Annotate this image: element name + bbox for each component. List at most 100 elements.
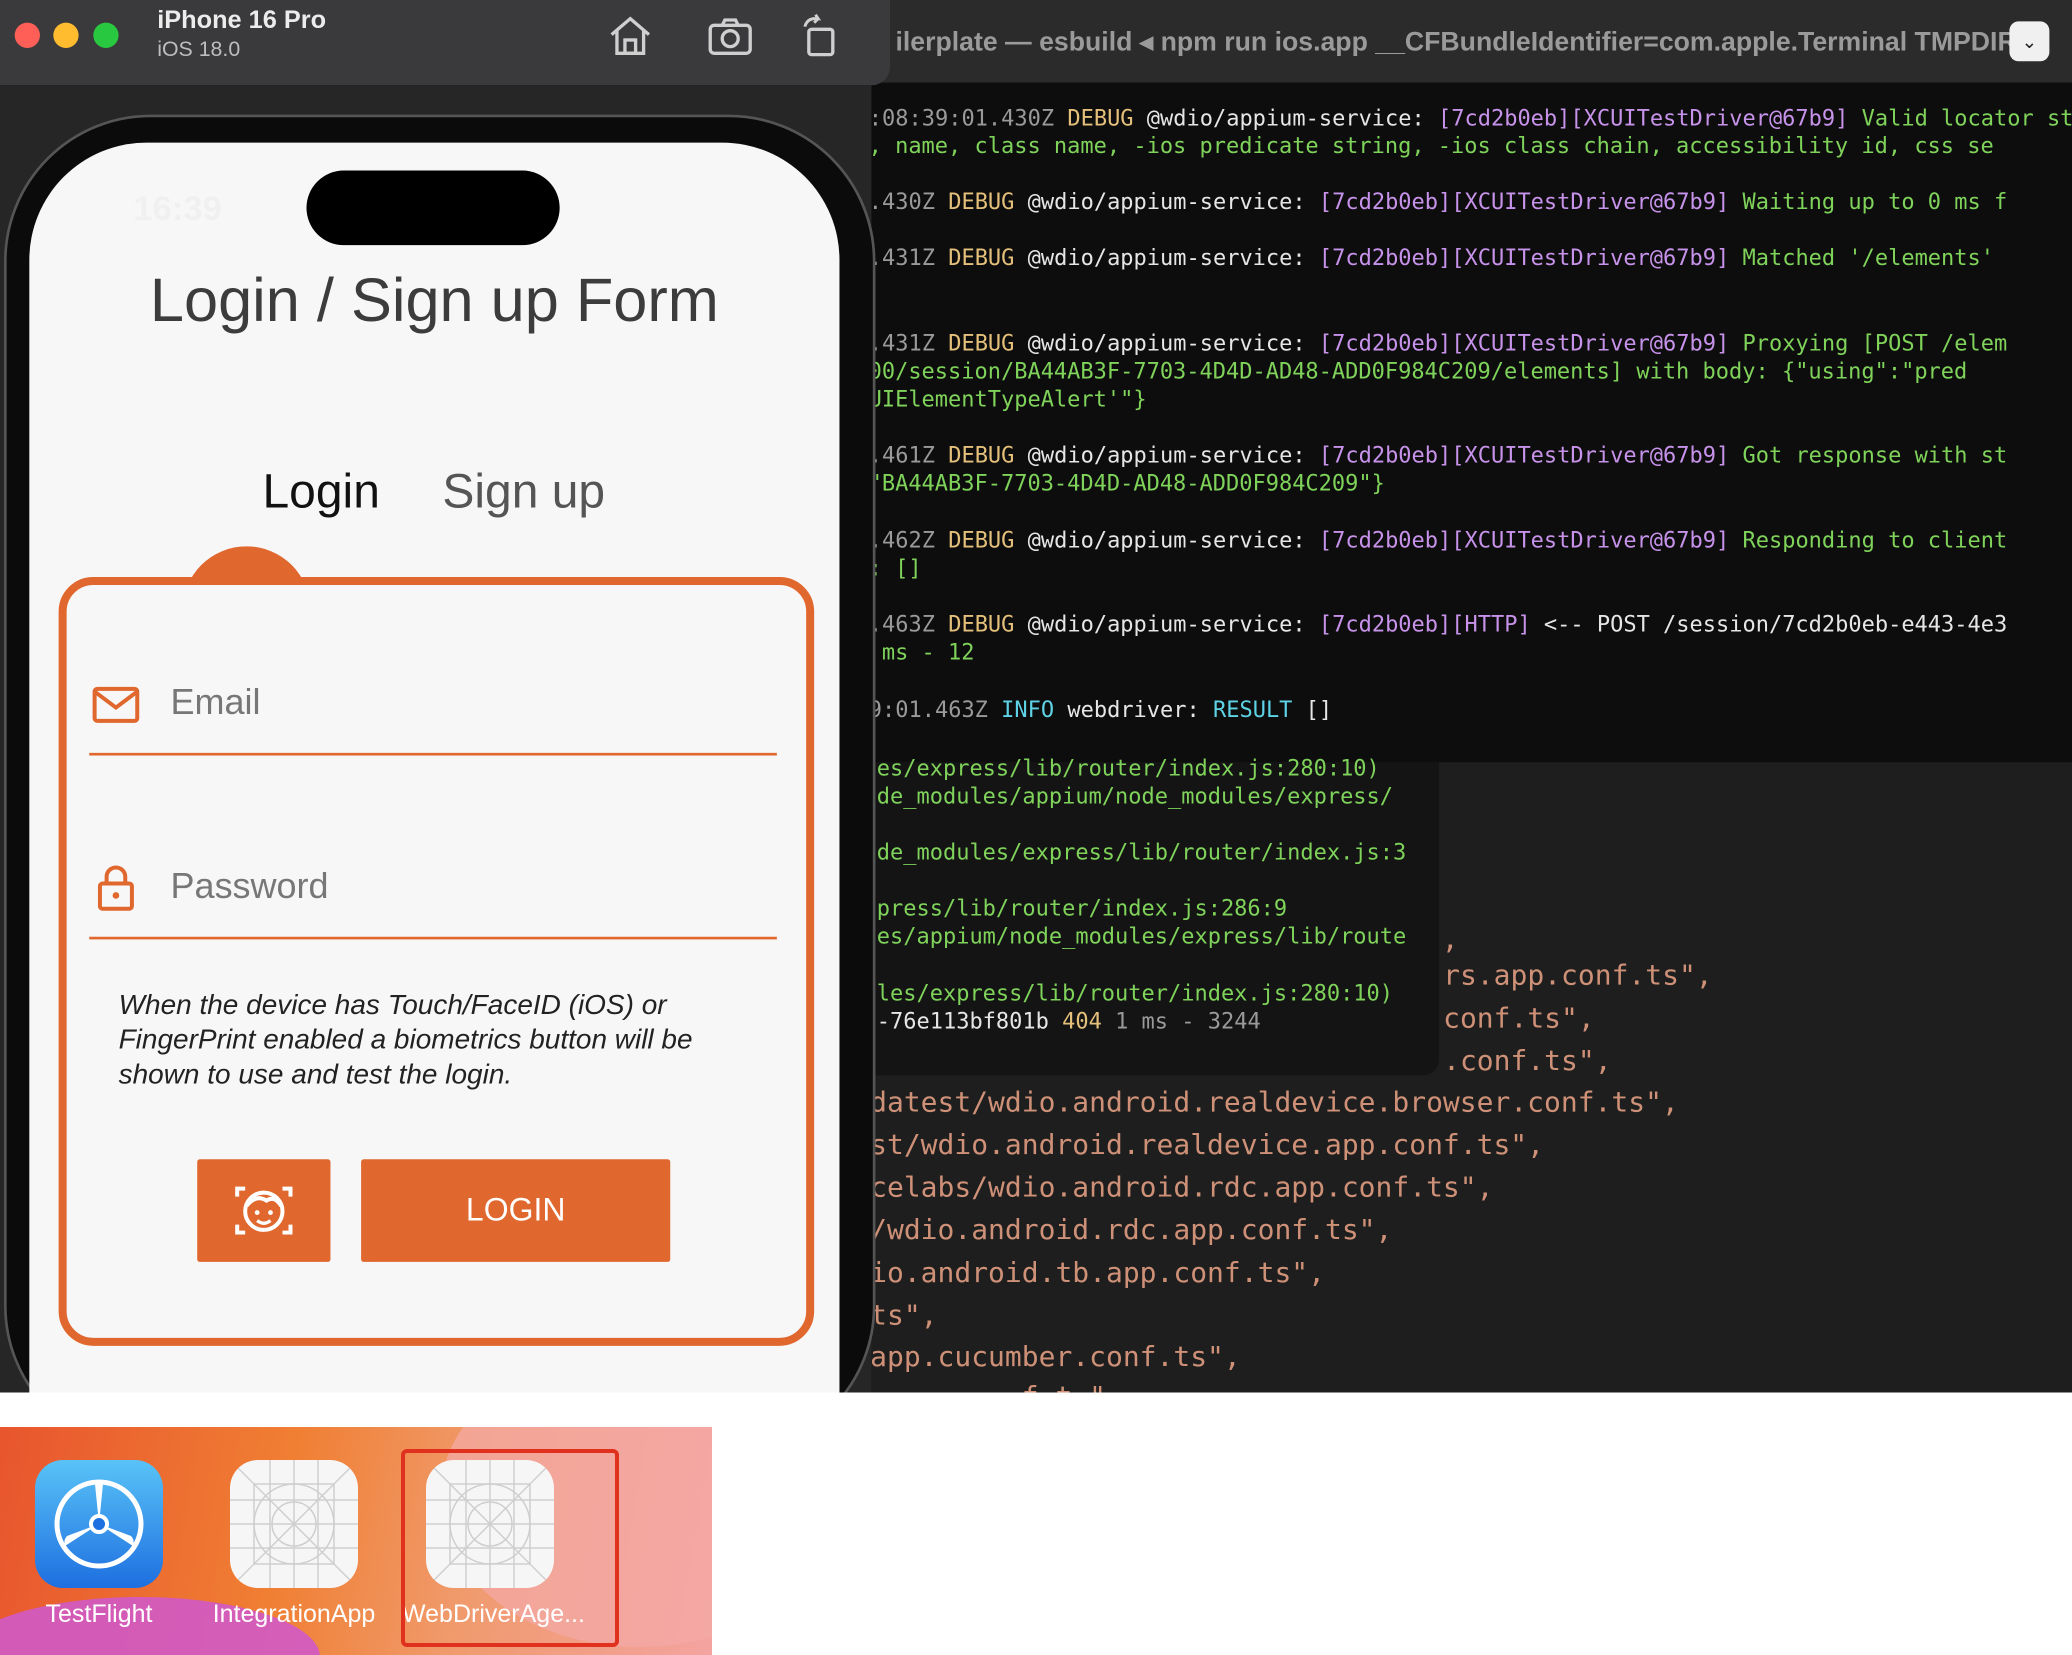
stack-trace-line: de_modules/appium/node_modules/express/ [876,783,1394,809]
log-source: @wdio/appium-service: [1027,442,1306,468]
log-source: @wdio/appium-service: [1027,245,1306,271]
stack-trace-line: es/appium/node_modules/express/lib/route [876,923,1407,949]
log-line: .462Z DEBUG @wdio/appium-service: [7cd2b… [869,528,2007,553]
log-level: DEBUG [1067,105,1134,131]
log-lower_last_prefix: -76e113bf801b [876,1008,1049,1035]
password-field[interactable]: Password [171,866,329,907]
log-line: ":"BA44AB3F-7703-4D4D-AD48-ADD0F984C209"… [842,470,1385,495]
code-line: .conf.ts", [1443,1044,1612,1077]
code-line: datest/wdio.android.realdevice.browser.c… [870,1085,1679,1118]
log-session: [7cd2b0eb] [1318,442,1452,468]
code-line: io.android.tb.app.conf.ts", [870,1256,1326,1289]
log-prefix: .431Z [868,245,935,271]
log-source: @wdio/appium-service: [1027,611,1306,637]
log-level: DEBUG [948,611,1015,637]
tab-login[interactable]: Login [263,464,380,520]
screenshot-icon[interactable] [706,13,754,58]
dock-app-testflight[interactable]: TestFlight [31,1460,167,1629]
log-line: id, name, class name, -ios predicate str… [842,133,1994,158]
log-prefix: .461Z [868,442,935,468]
biometrics-button[interactable] [197,1159,331,1262]
device-name: iPhone 16 Pro [157,6,327,35]
home-icon[interactable] [606,13,654,58]
log-msg: id, name, class name, -ios predicate str… [842,133,1994,159]
log-session: [7cd2b0eb] [1318,245,1452,271]
close-window-button[interactable] [14,22,40,48]
rotate-icon[interactable] [797,13,845,58]
log-tag: RESULT [1212,696,1293,723]
stack-trace-line: les/express/lib/router/index.js:280:10) [876,980,1394,1007]
log-prefix: :08:39:01.430Z [868,105,1055,131]
code-line: , [1441,923,1459,956]
log-msg: Responding to client [1742,527,2008,553]
log-source: webdriver: [1067,696,1200,723]
code-line: rs.app.conf.ts", [1443,959,1713,992]
log-line: 9:01.463Z INFO webdriver: RESULT [] [869,697,1332,722]
app-label: IntegrationApp [212,1600,376,1628]
log-level: DEBUG [948,189,1015,215]
propeller-icon [54,1479,144,1569]
log-session: [7cd2b0eb] [1318,527,1452,553]
log-msg: ":"BA44AB3F-7703-4D4D-AD48-ADD0F984C209"… [842,470,1385,496]
log-prefix: .430Z [868,189,935,215]
log-prefix: .463Z [868,611,935,637]
placeholder-app-icon[interactable] [230,1460,358,1588]
log-line: .461Z DEBUG @wdio/appium-service: [7cd2b… [869,442,2007,467]
login-button[interactable]: LOGIN [361,1159,671,1262]
simulator-titlebar: iPhone 16 Pro iOS 18.0 [0,0,891,86]
stack-trace-line: de_modules/express/lib/router/index.js:3 [876,839,1407,865]
biometrics-note: When the device has Touch/FaceID (iOS) o… [118,990,693,1090]
email-field[interactable]: Email [171,682,261,723]
code-line: app.cucumber.conf.ts", [870,1340,1241,1373]
os-version: iOS 18.0 [157,38,241,62]
log-source: @wdio/appium-service: [1027,330,1306,356]
password-underline [89,936,777,940]
minimize-window-button[interactable] [53,22,79,48]
zoom-window-button[interactable] [93,22,119,48]
log-tag: [XCUITestDriver@67b9] [1451,189,1730,215]
app-label: TestFlight [45,1600,153,1628]
page-title: Login / Sign up Form [149,265,719,335]
log-msg: Matched '/elements' [1742,245,1995,271]
log-tag: [HTTP] [1451,611,1531,637]
log-msg: [] [1305,696,1333,723]
log-session: [7cd2b0eb] [1318,330,1452,356]
stack-trace-line: -76e113bf801b 404 1 ms - 3244 [877,1009,1261,1034]
code-line: conf.ts", [1443,1002,1595,1035]
log-msg: Proxying [POST /elem [1742,330,2008,356]
dock-app-integrationapp[interactable]: IntegrationApp [213,1460,375,1629]
log-msg: Got response with st [1742,442,2008,468]
log-prefix: .431Z [868,330,935,356]
log-source: @wdio/appium-service: [1027,189,1306,215]
log-line: .431Z DEBUG @wdio/appium-service: [7cd2b… [869,245,1994,270]
log-lower_last_rest: 1 ms - 3244 [1115,1008,1261,1035]
log-lower_last_status: 404 [1062,1008,1102,1035]
log-msg: 8100/session/BA44AB3F-7703-4D4D-AD48-ADD… [842,358,1968,384]
tab-signup[interactable]: Sign up [442,464,605,520]
log-source: @wdio/appium-service: [1146,105,1425,131]
log-source: @wdio/appium-service: [1027,527,1306,553]
stack-trace-line: es/express/lib/router/index.js:280:10) [876,755,1380,781]
code-line: ts", [870,1299,938,1332]
log-prefix: .462Z [868,527,935,553]
desktop-screen: { l" , rs.app.conf.ts", conf.ts", .conf.… [0,0,2072,1393]
log-msg: <-- POST /session/7cd2b0eb-e443-4e3 [1543,611,2008,637]
log-tag: [XCUITestDriver@67b9] [1451,527,1730,553]
terminal-title: ilerplate — esbuild ◂ npm run ios.app __… [895,27,2015,58]
log-line: .463Z DEBUG @wdio/appium-service: [7cd2b… [869,612,2007,637]
log-tag: [XCUITestDriver@67b9] [1451,330,1730,356]
log-msg: Valid locator strate [1861,105,2072,131]
log-line: .430Z DEBUG @wdio/appium-service: [7cd2b… [869,189,2007,214]
log-level: DEBUG [948,330,1015,356]
lock-icon [97,865,134,911]
testflight-icon[interactable] [35,1460,163,1588]
log-tag: [XCUITestDriver@67b9] [1451,442,1730,468]
log-session: [7cd2b0eb] [1318,189,1452,215]
code-line: st/wdio.android.realdevice.app.conf.ts", [870,1128,1545,1161]
log-session: [7cd2b0eb] [1438,105,1571,131]
stack-trace-line: press/lib/router/index.js:286:9 [876,895,1288,921]
log-prefix: 9:01.463Z [868,696,988,723]
log-line: 8100/session/BA44AB3F-7703-4D4D-AD48-ADD… [842,358,1967,383]
code-line: /wdio.android.rdc.app.conf.ts", [870,1213,1393,1246]
chevron-down-icon[interactable]: ⌄ [2009,21,2050,62]
